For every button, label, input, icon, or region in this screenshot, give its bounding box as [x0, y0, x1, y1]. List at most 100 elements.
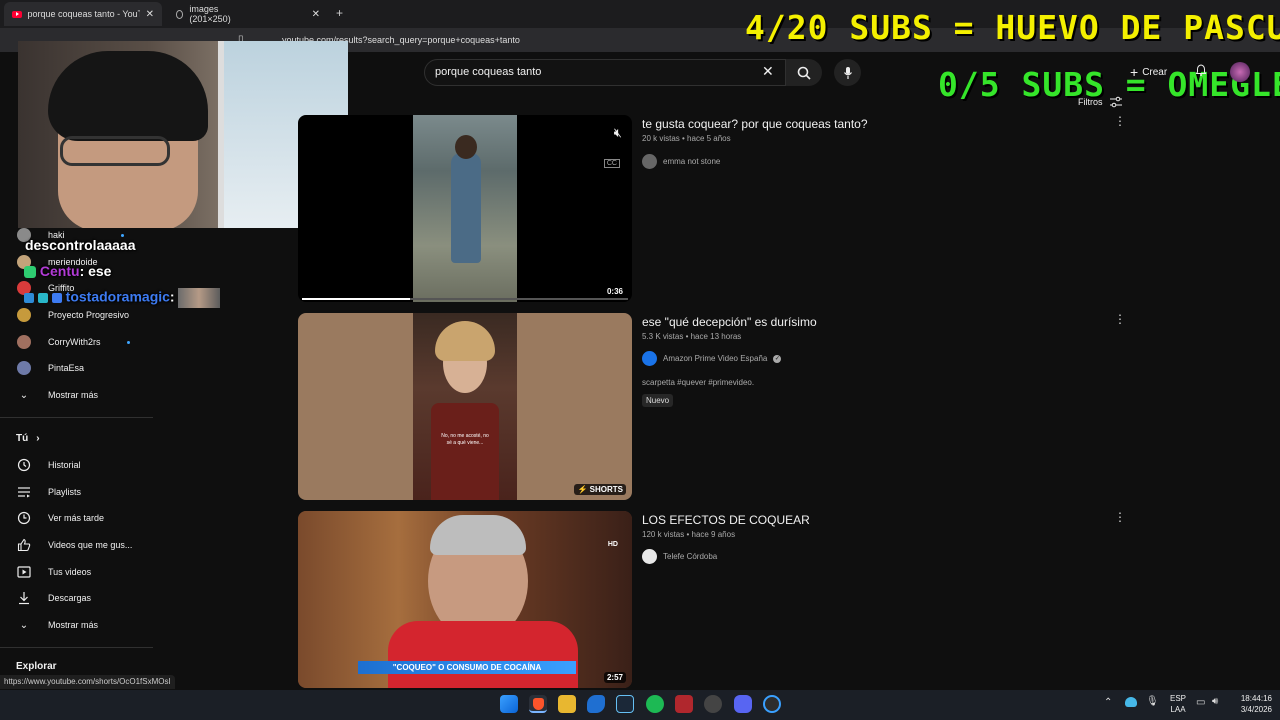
youtube-favicon-icon [12, 10, 22, 18]
chevron-right-icon: › [36, 433, 40, 444]
bing-icon[interactable] [587, 695, 605, 713]
clock-date: 3/4/2026 [1240, 705, 1272, 714]
tab-label: images (201×250) [189, 4, 231, 24]
more-actions-icon[interactable]: ⋮ [1114, 312, 1126, 326]
more-actions-icon[interactable]: ⋮ [1114, 114, 1126, 128]
sidebar-item-historial[interactable]: Historial [16, 453, 81, 477]
download-icon [16, 590, 32, 606]
filters-button[interactable]: Filtros [1078, 96, 1123, 108]
spotify-icon[interactable] [646, 695, 664, 713]
search-button[interactable] [786, 59, 822, 86]
more-actions-icon[interactable]: ⋮ [1114, 510, 1126, 524]
explore-title: Explorar [16, 661, 57, 672]
video-thumbnail[interactable]: No, no me acosté, no sé a qué viene... ⚡… [298, 313, 632, 500]
video-title[interactable]: LOS EFECTOS DE COQUEAR [642, 513, 810, 527]
sidebar-item-liked-videos[interactable]: Videos que me gus... [16, 533, 132, 557]
chat-message: Centu: ese [24, 263, 111, 279]
sidebar-item-label: CorryWith2rs [48, 337, 101, 347]
sidebar-item-ver-mas-tarde[interactable]: Ver más tarde [16, 506, 104, 530]
create-label: Crear [1142, 66, 1168, 78]
video-meta: 120 k vistas • hace 9 años [642, 530, 736, 539]
chat-badge-icon [51, 293, 62, 303]
discord-icon[interactable] [734, 695, 752, 713]
onedrive-icon[interactable] [1125, 697, 1137, 707]
clear-search-icon[interactable]: ✕ [762, 63, 774, 80]
keyboard-layout: LAA [1170, 705, 1186, 714]
account-avatar[interactable] [1230, 62, 1250, 82]
chevron-up-icon[interactable]: ⌃ [1104, 697, 1112, 708]
voicemeeter-icon[interactable] [675, 695, 693, 713]
progress-bar[interactable] [302, 298, 628, 300]
chevron-down-icon: ⌄ [19, 389, 29, 401]
your-videos-icon [16, 564, 32, 580]
globe-icon [176, 9, 184, 19]
video-thumbnail[interactable]: 0:36 🔇︎ CC [298, 115, 632, 302]
video-thumbnail[interactable]: "COQUEO" O CONSUMO DE COCAÍNA HD 2:57 [298, 511, 632, 688]
channel-name: emma not stone [663, 157, 721, 166]
captions-icon[interactable]: CC [603, 159, 620, 168]
system-clock[interactable]: 18:44:16 3/4/2026 [1228, 693, 1272, 715]
shorts-label: SHORTS [589, 485, 623, 494]
sidebar-item-pintaesa[interactable]: PintaEsa [16, 356, 84, 380]
video-channel[interactable]: emma not stone [642, 154, 720, 169]
video-channel[interactable]: Amazon Prime Video España ✓ [642, 351, 782, 366]
brave-browser-icon[interactable] [529, 695, 547, 713]
sidebar-item-descargas[interactable]: Descargas [16, 586, 91, 610]
close-tab-icon[interactable]: ✕ [146, 9, 154, 20]
show-more-you[interactable]: ⌄ Mostrar más [16, 613, 98, 637]
sidebar-divider [0, 647, 153, 648]
plus-icon: + [1130, 64, 1139, 80]
new-content-dot [126, 340, 130, 344]
chat-message: tostadoramagic: [24, 288, 221, 308]
sidebar-item-label: Descargas [48, 593, 92, 603]
tab-youtube[interactable]: porque coqueas tanto - YouTube ✕ [4, 2, 162, 26]
show-more-subscriptions[interactable]: ⌄ Mostrar más [16, 383, 98, 407]
video-description: scarpetta #quever #primevideo. [642, 378, 755, 387]
filters-label: Filtros [1078, 97, 1103, 107]
channel-avatar [642, 549, 657, 564]
sidebar-item-corrywith2rs[interactable]: CorryWith2rs [16, 330, 130, 354]
mute-icon[interactable]: 🔇︎ [614, 125, 622, 141]
video-duration: 2:57 [603, 672, 626, 683]
voice-search-button[interactable] [834, 59, 861, 86]
obs-icon[interactable] [704, 695, 722, 713]
create-button[interactable]: + Crear [1130, 64, 1167, 80]
filter-sliders-icon [1109, 96, 1122, 108]
sidebar-item-label: PintaEsa [48, 363, 85, 373]
channel-avatar [642, 154, 657, 169]
start-windows-icon[interactable] [500, 695, 518, 713]
video-title[interactable]: ese "qué decepción" es durísimo [642, 315, 817, 329]
chat-text: : [169, 288, 175, 305]
video-title[interactable]: te gusta coquear? por que coqueas tanto? [642, 117, 868, 131]
sidebar-item-label: Tus videos [48, 567, 92, 577]
tab-images[interactable]: images (201×250) ✕ [168, 2, 328, 26]
chat-message: descontrolaaaaa [25, 237, 136, 253]
close-tab-icon[interactable]: ✕ [312, 9, 320, 20]
network-icon[interactable]: ▭ [1196, 697, 1205, 708]
video-channel[interactable]: Telefe Córdoba [642, 549, 717, 564]
taskbar [0, 690, 1280, 720]
file-explorer-icon[interactable] [558, 695, 576, 713]
sidebar-item-label: Videos que me gus... [48, 540, 133, 550]
chat-user: Centu [39, 263, 80, 279]
search-input[interactable]: porque coqueas tanto [424, 59, 786, 86]
chat-badge-icon [24, 266, 36, 279]
you-section-header[interactable]: Tú › [16, 433, 40, 444]
search-icon [797, 66, 811, 80]
new-tab-button[interactable]: + [336, 6, 343, 20]
verified-icon: ✓ [773, 354, 782, 363]
chat-badge-icon [24, 293, 34, 303]
steam-icon[interactable] [616, 695, 634, 713]
language-indicator[interactable]: ESP LAA [1168, 693, 1188, 715]
sidebar-item-label: Playlists [48, 487, 82, 497]
history-icon [16, 457, 32, 473]
chat-text: descontrolaaaaa [25, 237, 136, 253]
sidebar-item-playlists[interactable]: Playlists [16, 480, 81, 504]
video-meta: 5.3 K vistas • hace 13 horas [642, 332, 742, 341]
volume-icon[interactable]: 🔊︎ [1212, 696, 1218, 707]
microphone-tray-icon[interactable]: 🎙︎ [1146, 696, 1159, 707]
notifications-bell-icon[interactable] [1195, 64, 1207, 76]
video-meta: 20 k vistas • hace 5 años [642, 134, 731, 143]
sidebar-item-tus-videos[interactable]: Tus videos [16, 560, 91, 584]
app-icon[interactable] [763, 695, 781, 713]
